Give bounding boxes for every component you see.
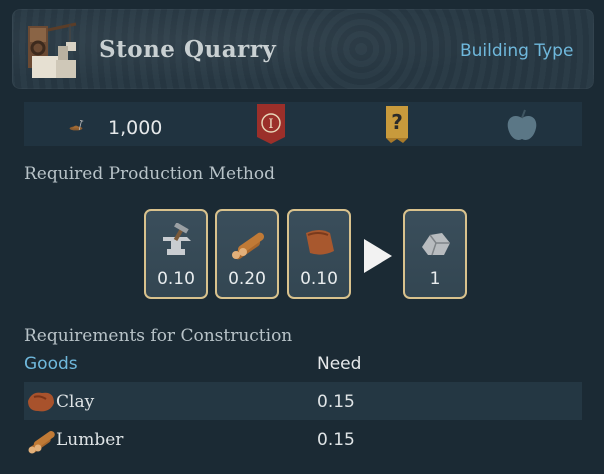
tier-one-banner-icon[interactable]: I: [256, 103, 286, 145]
production-input-leather[interactable]: 0.10: [287, 209, 351, 299]
apple-icon[interactable]: [504, 108, 540, 144]
construction-requirements-label: Requirements for Construction: [24, 326, 293, 346]
production-input-lumber[interactable]: 0.20: [215, 209, 279, 299]
produces-arrow-icon: [364, 239, 392, 273]
production-method-label: Required Production Method: [24, 164, 275, 184]
requirement-name: Lumber: [56, 430, 124, 450]
lumber-logs-icon: [232, 232, 265, 260]
tier-badge-text: I: [268, 117, 273, 132]
production-input-value: 0.20: [228, 269, 266, 289]
stone-quarry-building-icon: [28, 22, 77, 78]
question-scroll-icon[interactable]: ?: [383, 104, 411, 144]
requirement-need: 0.15: [317, 392, 355, 412]
lumber-icon: [28, 431, 55, 454]
building-type-link[interactable]: Building Type: [460, 41, 573, 61]
anvil-tools-icon: [163, 223, 191, 255]
clay-icon: [28, 392, 54, 412]
need-column-header: Need: [317, 354, 362, 374]
production-output-stone[interactable]: 1: [403, 209, 467, 299]
leather-icon: [306, 230, 334, 255]
requirement-name: Clay: [56, 392, 95, 412]
svg-text:?: ?: [391, 110, 403, 134]
stone-icon: [422, 233, 450, 256]
requirement-need: 0.15: [317, 430, 355, 450]
production-output-value: 1: [429, 269, 441, 289]
workforce-farmer-icon: [69, 120, 84, 131]
production-input-value: 0.10: [157, 269, 195, 289]
goods-column-header: Goods: [24, 354, 78, 374]
requirement-row: Lumber 0.15: [24, 420, 582, 458]
requirement-row: Clay 0.15: [24, 382, 582, 420]
building-title: Stone Quarry: [99, 36, 277, 63]
production-input-value: 0.10: [300, 269, 338, 289]
workforce-cost-value: 1,000: [108, 117, 163, 139]
production-input-tools[interactable]: 0.10: [144, 209, 208, 299]
